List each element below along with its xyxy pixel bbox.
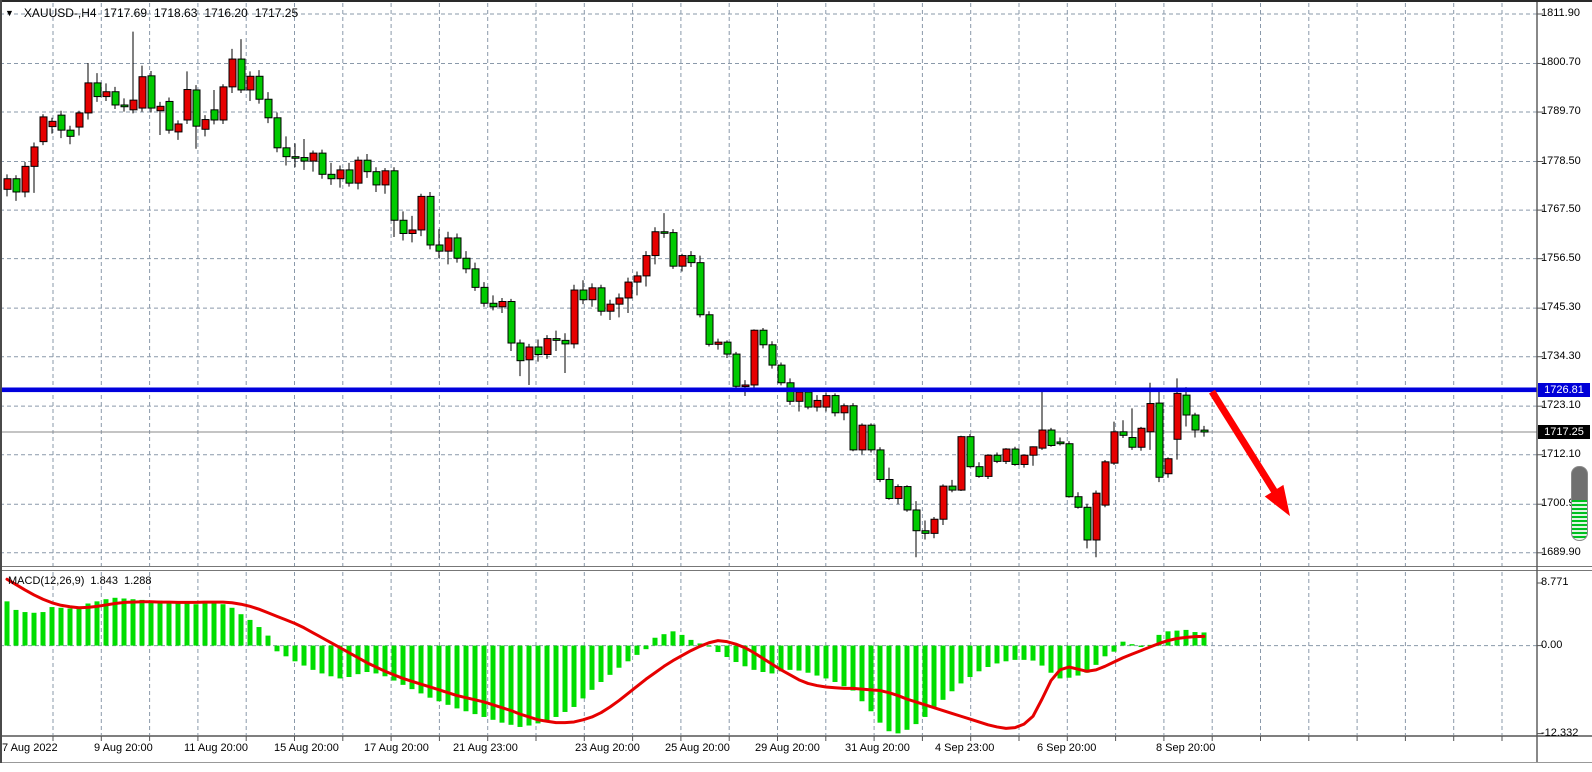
macd-signal-value: 1.288 bbox=[124, 575, 152, 587]
symbol-timeframe-label: XAUUSD-,H4 bbox=[24, 6, 97, 20]
price-axis-label: 1712.10 bbox=[1541, 448, 1581, 460]
quote-open: 1717.69 bbox=[104, 6, 147, 20]
time-axis-label: 31 Aug 20:00 bbox=[845, 742, 910, 754]
price-axis-label: 1811.90 bbox=[1541, 7, 1580, 19]
time-axis-label: 11 Aug 20:00 bbox=[184, 742, 248, 754]
price-axis-label: 1778.50 bbox=[1541, 155, 1581, 167]
window-left-border bbox=[0, 0, 2, 763]
time-axis-label: 21 Aug 23:00 bbox=[453, 742, 518, 754]
quote-low: 1716.20 bbox=[204, 6, 247, 20]
macd-indicator-label: MACD(12,26,9) 1.843 1.288 bbox=[8, 575, 151, 587]
time-axis-label: 23 Aug 20:00 bbox=[575, 742, 640, 754]
scrollbar-grip-icon bbox=[1572, 500, 1587, 540]
chart-canvas[interactable] bbox=[0, 0, 1592, 772]
macd-axis-label: -12.332 bbox=[1541, 727, 1578, 739]
macd-axis-label: 0.00 bbox=[1541, 639, 1562, 651]
time-axis-label: 6 Sep 20:00 bbox=[1037, 742, 1096, 754]
hline-price-badge: 1726.81 bbox=[1538, 383, 1590, 397]
macd-main-value: 1.843 bbox=[90, 575, 118, 587]
time-axis-label: 8 Sep 20:00 bbox=[1156, 742, 1215, 754]
price-axis-label: 1767.50 bbox=[1541, 203, 1581, 215]
time-axis-label: 17 Aug 20:00 bbox=[364, 742, 429, 754]
time-axis-label: 25 Aug 20:00 bbox=[665, 742, 730, 754]
price-axis-label: 1800.70 bbox=[1541, 56, 1581, 68]
time-axis-label: 29 Aug 20:00 bbox=[755, 742, 820, 754]
last-price-badge: 1717.25 bbox=[1538, 425, 1590, 439]
macd-name: MACD(12,26,9) bbox=[8, 575, 84, 587]
chart-header: ▼ XAUUSD-,H4 1717.69 1718.63 1716.20 171… bbox=[5, 6, 298, 20]
scrollbar-thumb[interactable] bbox=[1571, 466, 1588, 541]
price-axis-label: 1756.50 bbox=[1541, 252, 1581, 264]
macd-axis-label: 8.771 bbox=[1541, 576, 1569, 588]
time-axis-label: 7 Aug 2022 bbox=[2, 742, 58, 754]
price-axis-label: 1745.30 bbox=[1541, 301, 1581, 313]
time-axis-label: 4 Sep 23:00 bbox=[935, 742, 994, 754]
time-axis-label: 15 Aug 20:00 bbox=[274, 742, 339, 754]
price-axis-label: 1789.70 bbox=[1541, 105, 1581, 117]
time-axis[interactable]: 7 Aug 2022 9 Aug 20:00 11 Aug 20:00 15 Aug … bbox=[0, 742, 1592, 760]
chart-window: ▼ XAUUSD-,H4 1717.69 1718.63 1716.20 171… bbox=[0, 0, 1592, 772]
window-top-border bbox=[0, 0, 1592, 2]
price-axis-label: 1689.90 bbox=[1541, 546, 1581, 558]
quote-expand-icon[interactable]: ▼ bbox=[5, 8, 14, 18]
quote-close: 1717.25 bbox=[255, 6, 298, 20]
price-axis-label: 1734.30 bbox=[1541, 350, 1581, 362]
time-axis-label: 9 Aug 20:00 bbox=[94, 742, 153, 754]
price-axis-label: 1723.10 bbox=[1541, 399, 1581, 411]
quote-high: 1718.63 bbox=[154, 6, 197, 20]
